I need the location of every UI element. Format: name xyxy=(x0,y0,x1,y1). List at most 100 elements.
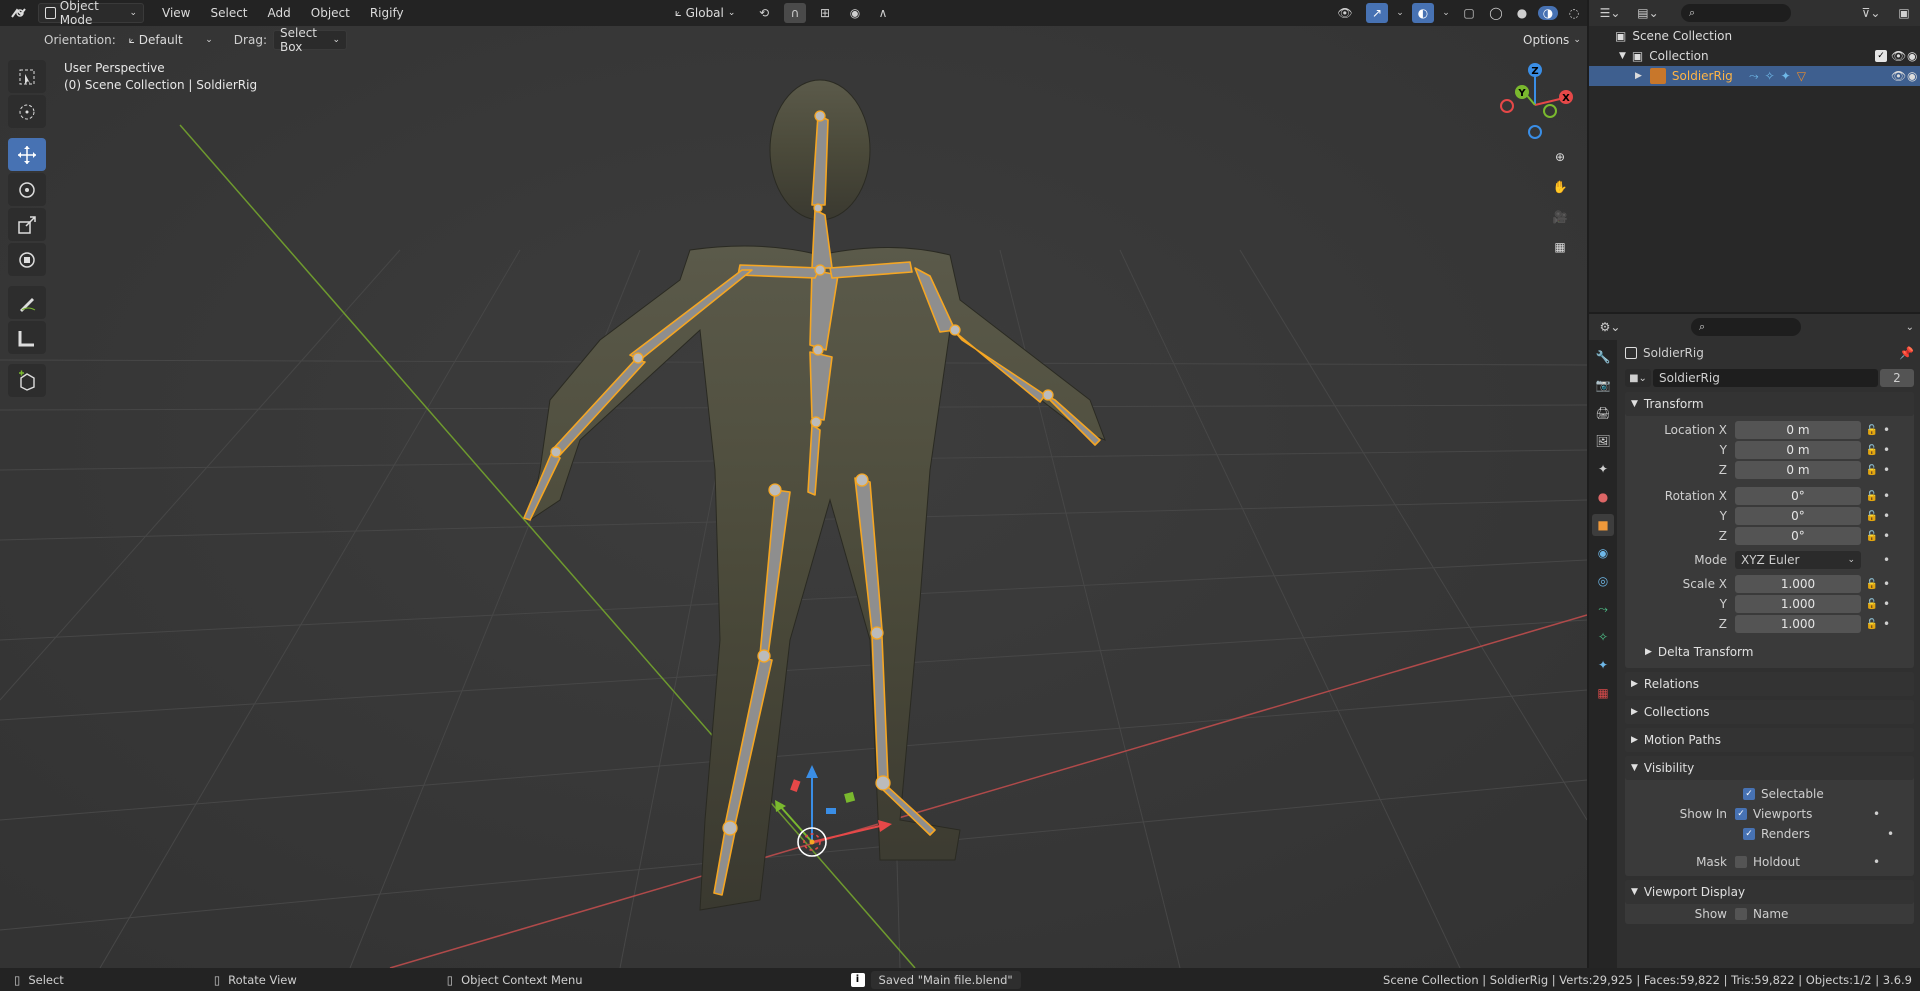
modifier-tab-icon[interactable]: ◉ xyxy=(1592,542,1614,564)
menu-object[interactable]: Object xyxy=(303,3,358,23)
transform-orientation-selector[interactable]: ⟀ Global ⌄ xyxy=(668,3,744,23)
rotation-x-field[interactable]: 0° xyxy=(1735,487,1861,505)
physics-tab-icon[interactable]: ◎ xyxy=(1592,570,1614,592)
keyframe-dot-icon[interactable]: • xyxy=(1883,463,1890,477)
render-camera-icon[interactable]: ◉ xyxy=(1907,69,1917,83)
keyframe-dot-icon[interactable]: • xyxy=(1883,577,1890,591)
orientation-selector[interactable]: ⟀ Default ⌄ xyxy=(122,30,220,50)
scale-tool[interactable] xyxy=(8,208,46,241)
cursor-tool[interactable] xyxy=(8,95,46,128)
measure-tool[interactable] xyxy=(8,321,46,354)
snap-target-icon[interactable]: ⊞ xyxy=(812,6,838,20)
collections-panel-header[interactable]: ▶ Collections xyxy=(1625,700,1914,724)
keyframe-dot-icon[interactable]: • xyxy=(1883,509,1890,523)
keyframe-dot-icon[interactable]: • xyxy=(1883,443,1890,457)
rotation-z-field[interactable]: 0° xyxy=(1735,527,1861,545)
keyframe-dot-icon[interactable]: • xyxy=(1883,597,1890,611)
move-tool[interactable] xyxy=(8,138,46,171)
lock-icon[interactable]: 🔓 xyxy=(1861,531,1883,542)
add-cube-tool[interactable] xyxy=(8,364,46,397)
keyframe-dot-icon[interactable]: • xyxy=(1887,827,1894,841)
drag-selector[interactable]: Select Box ⌄ xyxy=(272,26,347,54)
data-tab-icon[interactable]: ✧ xyxy=(1592,626,1614,648)
renders-checkbox[interactable]: ✓ xyxy=(1743,828,1755,840)
lock-icon[interactable]: 🔓 xyxy=(1861,465,1883,476)
keyframe-dot-icon[interactable]: • xyxy=(1873,855,1880,869)
outliner-row-soldierrig[interactable]: ▶ SoldierRig ⤳✧✦▽ 👁 ◉ xyxy=(1589,66,1920,86)
snap-icon[interactable]: ∩ xyxy=(784,3,806,23)
3d-viewport[interactable]: Object Mode ⌄ View Select Add Object Rig… xyxy=(0,0,1587,968)
overlays-icon[interactable]: ◐ xyxy=(1412,3,1434,23)
wireframe-shading-icon[interactable]: ◯ xyxy=(1486,6,1506,20)
object-name-field[interactable]: SoldierRig xyxy=(1653,369,1878,387)
select-box-tool[interactable] xyxy=(8,60,46,93)
outliner-row-collection[interactable]: ▼ ▣ Collection ✓ 👁 ◉ xyxy=(1589,46,1920,66)
lock-icon[interactable]: 🔓 xyxy=(1861,579,1883,590)
transform-panel-header[interactable]: ▼ Transform xyxy=(1625,392,1914,416)
eye-icon[interactable]: 👁 xyxy=(1891,49,1906,63)
object-browse-icon[interactable]: ■⌄ xyxy=(1625,369,1651,387)
keyframe-dot-icon[interactable]: • xyxy=(1883,553,1890,567)
editor-type-icon[interactable] xyxy=(6,3,34,23)
texture-tab-icon[interactable]: ▦ xyxy=(1592,682,1614,704)
delta-transform-header[interactable]: ▶ Delta Transform xyxy=(1625,640,1914,664)
lock-icon[interactable]: 🔓 xyxy=(1861,511,1883,522)
lock-icon[interactable]: 🔓 xyxy=(1861,491,1883,502)
location-y-field[interactable]: 0 m xyxy=(1735,441,1861,459)
gizmo-dropdown-icon[interactable]: ⌄ xyxy=(1394,8,1406,18)
lock-icon[interactable]: 🔓 xyxy=(1861,425,1883,436)
scale-z-field[interactable]: 1.000 xyxy=(1735,615,1861,633)
render-tab-icon[interactable]: 📷 xyxy=(1592,374,1614,396)
xray-icon[interactable]: ▢ xyxy=(1458,6,1480,20)
world-tab-icon[interactable]: ● xyxy=(1592,486,1614,508)
proportional-editing-icon[interactable]: ◉ xyxy=(844,6,866,20)
tool-tab-icon[interactable]: 🔧 xyxy=(1592,346,1614,368)
rotation-mode-dropdown[interactable]: XYZ Euler ⌄ xyxy=(1735,551,1861,569)
annotate-tool[interactable] xyxy=(8,286,46,319)
mode-selector[interactable]: Object Mode ⌄ xyxy=(38,0,144,27)
motion-paths-panel-header[interactable]: ▶ Motion Paths xyxy=(1625,728,1914,752)
rendered-shading-icon[interactable]: ◌ xyxy=(1564,6,1584,20)
visibility-icon[interactable]: 👁 xyxy=(1330,6,1360,20)
solid-shading-icon[interactable]: ● xyxy=(1512,6,1532,20)
keyframe-dot-icon[interactable]: • xyxy=(1883,529,1890,543)
render-camera-icon[interactable]: ◉ xyxy=(1907,49,1917,63)
relations-panel-header[interactable]: ▶ Relations xyxy=(1625,672,1914,696)
scene-tab-icon[interactable]: ✦ xyxy=(1592,458,1614,480)
menu-add[interactable]: Add xyxy=(260,3,299,23)
visibility-panel-header[interactable]: ▼ Visibility xyxy=(1625,756,1914,780)
selectable-checkbox[interactable]: ✓ xyxy=(1743,788,1755,800)
chevron-down-icon[interactable]: ⌄ xyxy=(1906,322,1914,333)
overlays-dropdown-icon[interactable]: ⌄ xyxy=(1440,8,1452,18)
exclude-checkbox[interactable]: ✓ xyxy=(1875,50,1887,62)
viewports-checkbox[interactable]: ✓ xyxy=(1735,808,1747,820)
rotation-y-field[interactable]: 0° xyxy=(1735,507,1861,525)
output-tab-icon[interactable]: 🖨 xyxy=(1592,402,1614,424)
outliner-search-input[interactable]: ⌕ xyxy=(1681,4,1791,22)
object-tab-icon[interactable]: ■ xyxy=(1592,514,1614,536)
zoom-icon[interactable]: ⊕ xyxy=(1548,146,1572,168)
gizmo-toggle-icon[interactable]: ↗ xyxy=(1366,3,1388,23)
keyframe-dot-icon[interactable]: • xyxy=(1883,617,1890,631)
keyframe-dot-icon[interactable]: • xyxy=(1883,423,1890,437)
outliner-editor-icon[interactable]: ☰⌄ xyxy=(1595,6,1625,20)
viewport-scene[interactable] xyxy=(0,0,1587,968)
holdout-checkbox[interactable] xyxy=(1735,856,1747,868)
keyframe-dot-icon[interactable]: • xyxy=(1883,489,1890,503)
viewport-display-panel-header[interactable]: ▼ Viewport Display xyxy=(1625,880,1914,904)
lock-icon[interactable]: 🔓 xyxy=(1861,599,1883,610)
falloff-icon[interactable]: ∧ xyxy=(872,6,894,20)
lock-icon[interactable]: 🔓 xyxy=(1861,619,1883,630)
location-x-field[interactable]: 0 m xyxy=(1735,421,1861,439)
menu-rigify[interactable]: Rigify xyxy=(362,3,412,23)
name-checkbox[interactable] xyxy=(1735,908,1747,920)
ortho-grid-icon[interactable]: ▦ xyxy=(1548,236,1572,258)
bone-tab-icon[interactable]: ✦ xyxy=(1592,654,1614,676)
eye-icon[interactable]: 👁 xyxy=(1891,69,1906,83)
location-z-field[interactable]: 0 m xyxy=(1735,461,1861,479)
menu-select[interactable]: Select xyxy=(202,3,255,23)
pin-icon[interactable]: 📌 xyxy=(1899,346,1914,360)
navigation-gizmo[interactable]: Z X Y xyxy=(1490,60,1580,150)
rotate-tool[interactable] xyxy=(8,173,46,206)
expand-arrow-icon[interactable]: ▼ xyxy=(1619,51,1626,61)
